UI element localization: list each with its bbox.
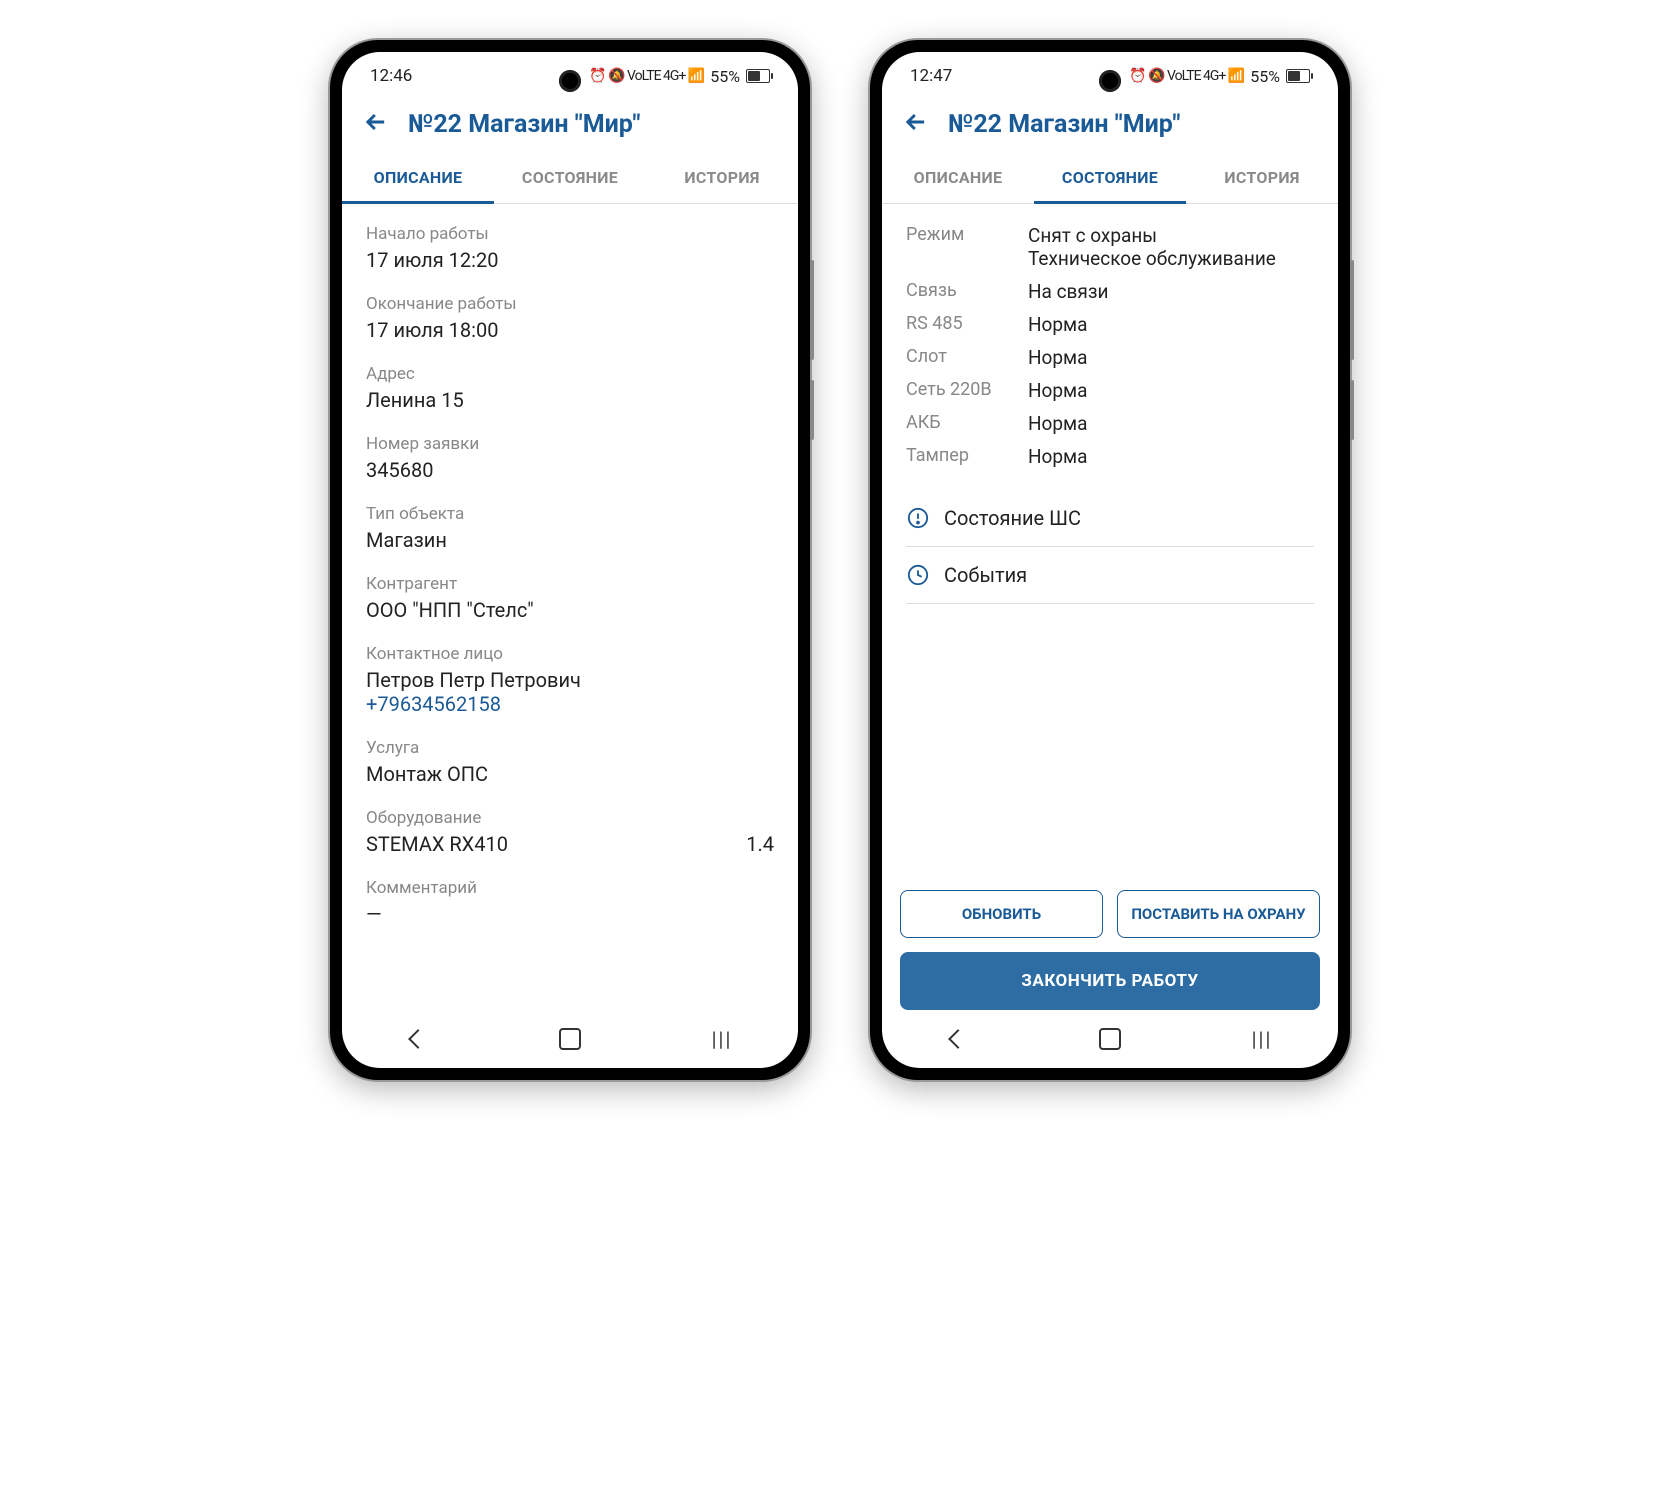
battery-icon (746, 69, 770, 83)
tab-status[interactable]: СОСТОЯНИЕ (1034, 154, 1186, 204)
net-key: Сеть 220В (906, 379, 1016, 402)
phone-left: 12:46 ⏰ 🔕 VoLTE 4G+ 📶 55% №22 Магазин "М… (330, 40, 810, 1080)
net-value: Норма (1028, 379, 1314, 402)
arm-button[interactable]: ПОСТАВИТЬ НА ОХРАНУ (1117, 890, 1320, 938)
comment-value: — (366, 902, 774, 926)
tamper-value: Норма (1028, 445, 1314, 468)
request-value: 345680 (366, 458, 774, 482)
akb-key: АКБ (906, 412, 1016, 435)
events-link[interactable]: События (906, 547, 1314, 604)
alert-circle-icon (906, 507, 930, 529)
equipment-name: STEMAX RX410 (366, 832, 508, 856)
back-button[interactable] (362, 108, 390, 140)
tab-bar: ОПИСАНИЕ СОСТОЯНИЕ ИСТОРИЯ (342, 154, 798, 204)
tab-history[interactable]: ИСТОРИЯ (1186, 154, 1338, 203)
equipment-label: Оборудование (366, 808, 774, 828)
app-header: №22 Магазин "Мир" (342, 100, 798, 154)
events-label: События (944, 563, 1027, 587)
system-nav-bar (882, 1010, 1338, 1068)
type-label: Тип объекта (366, 504, 774, 524)
start-value: 17 июля 12:20 (366, 248, 774, 272)
status-content: Режим Снят с охраны Техническое обслужив… (882, 208, 1338, 878)
slot-key: Слот (906, 346, 1016, 369)
front-camera-icon (559, 70, 581, 92)
start-label: Начало работы (366, 224, 774, 244)
rs-key: RS 485 (906, 313, 1016, 336)
status-table: Режим Снят с охраны Техническое обслужив… (906, 224, 1314, 468)
service-label: Услуга (366, 738, 774, 758)
request-label: Номер заявки (366, 434, 774, 454)
system-nav-bar (342, 1010, 798, 1068)
page-title: №22 Магазин "Мир" (408, 110, 640, 139)
page-title: №22 Магазин "Мир" (948, 110, 1180, 139)
status-icons: ⏰ 🔕 VoLTE 4G+ 📶 55% (1129, 67, 1310, 86)
service-value: Монтаж ОПС (366, 762, 774, 786)
address-value: Ленина 15 (366, 388, 774, 412)
hw-button-power (810, 380, 814, 440)
end-label: Окончание работы (366, 294, 774, 314)
hw-button-volume (810, 260, 814, 360)
mode-value-1: Снят с охраны (1028, 224, 1314, 247)
clock: 12:47 (910, 66, 952, 86)
mode-key: Режим (906, 224, 1016, 270)
hw-button-volume (1350, 260, 1354, 360)
action-buttons-row: ОБНОВИТЬ ПОСТАВИТЬ НА ОХРАНУ (882, 878, 1338, 938)
tab-description[interactable]: ОПИСАНИЕ (882, 154, 1034, 203)
tab-bar: ОПИСАНИЕ СОСТОЯНИЕ ИСТОРИЯ (882, 154, 1338, 204)
finish-work-button[interactable]: ЗАКОНЧИТЬ РАБОТУ (900, 952, 1320, 1010)
loops-link[interactable]: Состояние ШС (906, 490, 1314, 547)
tamper-key: Тампер (906, 445, 1016, 468)
link-key: Связь (906, 280, 1016, 303)
nav-home-button[interactable] (550, 1028, 590, 1050)
back-button[interactable] (902, 108, 930, 140)
tab-description[interactable]: ОПИСАНИЕ (342, 154, 494, 204)
app-header: №22 Магазин "Мир" (882, 100, 1338, 154)
status-icons: ⏰ 🔕 VoLTE 4G+ 📶 55% (589, 67, 770, 86)
equipment-version: 1.4 (746, 832, 774, 856)
phone-right: 12:47 ⏰ 🔕 VoLTE 4G+ 📶 55% №22 Магазин "М… (870, 40, 1350, 1080)
partner-label: Контрагент (366, 574, 774, 594)
partner-value: ООО "НПП "Стелс" (366, 598, 774, 622)
rs-value: Норма (1028, 313, 1314, 336)
refresh-button[interactable]: ОБНОВИТЬ (900, 890, 1103, 938)
front-camera-icon (1099, 70, 1121, 92)
loops-label: Состояние ШС (944, 506, 1081, 530)
nav-back-button[interactable] (938, 1032, 978, 1046)
contact-label: Контактное лицо (366, 644, 774, 664)
akb-value: Норма (1028, 412, 1314, 435)
contact-name: Петров Петр Петрович (366, 668, 774, 692)
status-indicators: ⏰ 🔕 VoLTE 4G+ 📶 (589, 68, 704, 84)
clock-icon (906, 564, 930, 586)
clock: 12:46 (370, 66, 412, 86)
nav-recents-button[interactable] (1242, 1027, 1282, 1051)
tab-status[interactable]: СОСТОЯНИЕ (494, 154, 646, 203)
battery-text: 55% (710, 67, 740, 86)
nav-recents-button[interactable] (702, 1027, 742, 1051)
battery-text: 55% (1250, 67, 1280, 86)
comment-label: Комментарий (366, 878, 774, 898)
slot-value: Норма (1028, 346, 1314, 369)
nav-home-button[interactable] (1090, 1028, 1130, 1050)
end-value: 17 июля 18:00 (366, 318, 774, 342)
hw-button-power (1350, 380, 1354, 440)
contact-phone-link[interactable]: +79634562158 (366, 692, 774, 716)
battery-icon (1286, 69, 1310, 83)
tab-history[interactable]: ИСТОРИЯ (646, 154, 798, 203)
type-value: Магазин (366, 528, 774, 552)
link-value: На связи (1028, 280, 1314, 303)
nav-back-button[interactable] (398, 1032, 438, 1046)
mode-value-2: Техническое обслуживание (1028, 247, 1314, 270)
description-content: Начало работы 17 июля 12:20 Окончание ра… (342, 208, 798, 1010)
address-label: Адрес (366, 364, 774, 384)
status-indicators: ⏰ 🔕 VoLTE 4G+ 📶 (1129, 68, 1244, 84)
